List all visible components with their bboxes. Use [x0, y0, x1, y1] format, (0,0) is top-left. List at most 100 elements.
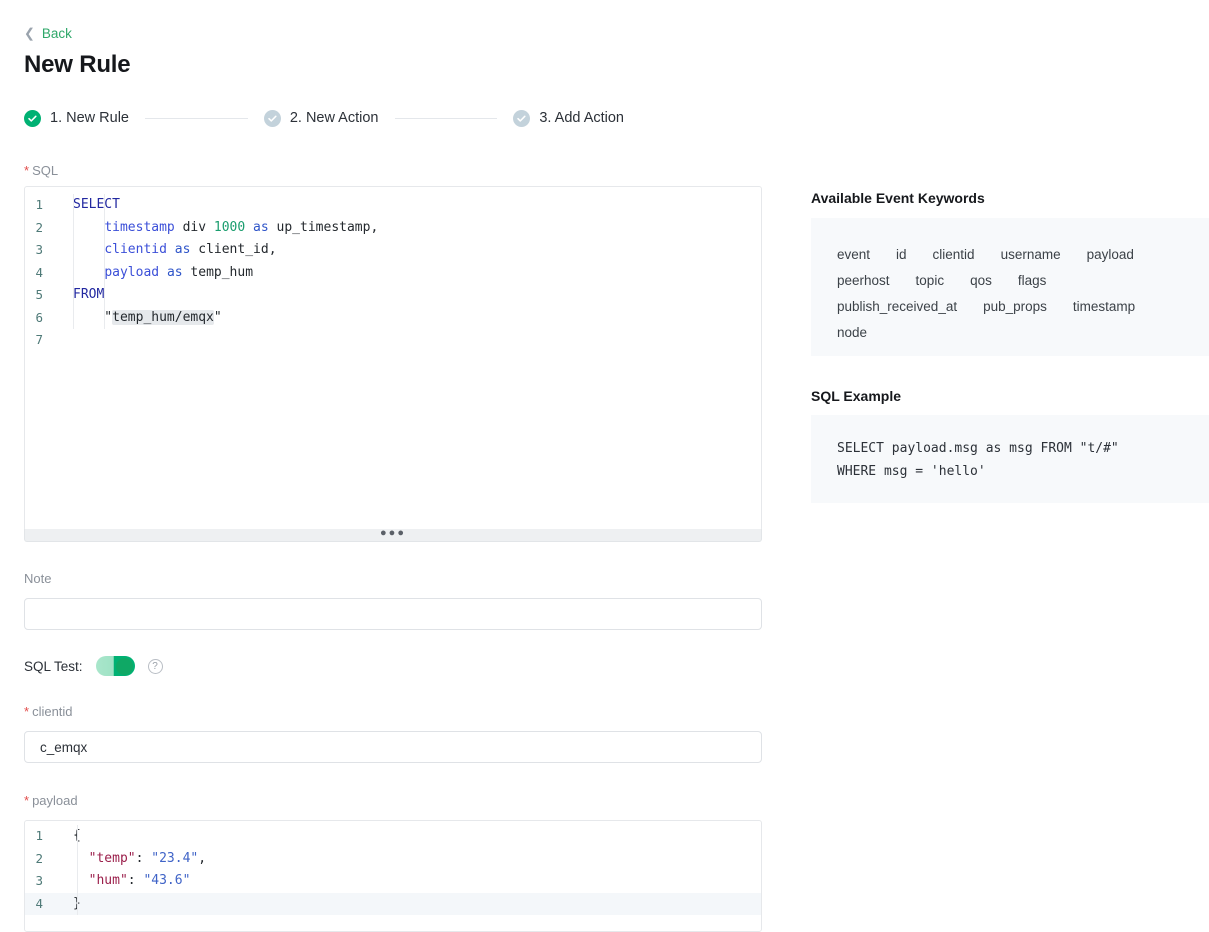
- line-number: 3: [25, 239, 57, 262]
- code-line: 1{: [25, 825, 761, 848]
- code-token: "temp": [89, 851, 136, 866]
- indent-guide: [77, 825, 78, 848]
- step-2-new-action[interactable]: 2. New Action: [264, 110, 379, 127]
- indent-guide: [73, 307, 74, 330]
- code-line: 6 "temp_hum/emqx": [25, 307, 761, 330]
- check-circle-icon: [24, 110, 41, 127]
- sql-code-editor[interactable]: 1SELECT2 timestamp div 1000 as up_timest…: [24, 186, 762, 531]
- code-token: temp_hum: [183, 265, 253, 280]
- code-token: up_timestamp,: [269, 220, 379, 235]
- clientid-input[interactable]: [24, 731, 762, 763]
- new-rule-page: ❮ Back New Rule 1. New Rule 2. New Actio…: [0, 0, 1209, 932]
- indent-guide: [77, 893, 78, 916]
- code-line: 4}: [25, 893, 761, 916]
- keyword-list: eventid clientid username payload peerhost to…: [837, 242, 1167, 346]
- indent-guide: [104, 284, 105, 307]
- indent-guide: [77, 848, 78, 871]
- code-line: 3 "hum": "43.6": [25, 870, 761, 893]
- step-1-label: 1. New Rule: [50, 110, 129, 126]
- question-circle-icon[interactable]: ?: [148, 659, 163, 674]
- keyword-item[interactable]: flags: [1018, 268, 1047, 294]
- code-token: timestamp: [104, 220, 174, 235]
- sql-editor-resize-handle[interactable]: ●●●: [24, 529, 762, 542]
- code-token: as: [253, 220, 269, 235]
- payload-code-editor[interactable]: 1{2 "temp": "23.4",3 "hum": "43.6"4}: [24, 820, 762, 932]
- code-token: :: [128, 873, 144, 888]
- indent-guide: [73, 194, 74, 217]
- code-token: div: [175, 220, 214, 235]
- code-token: 1000: [214, 220, 245, 235]
- keyword-item[interactable]: id: [896, 242, 907, 268]
- sql-field-label: *SQL: [24, 164, 58, 177]
- code-token: ": [214, 310, 222, 325]
- step-2-label: 2. New Action: [290, 110, 379, 126]
- keyword-item[interactable]: publish_received_at: [837, 294, 957, 320]
- code-token: as: [167, 265, 183, 280]
- code-line: 1 SELECT: [25, 194, 761, 217]
- code-text: FROM: [57, 284, 761, 307]
- keyword-item[interactable]: pub_props: [983, 294, 1047, 320]
- code-text: payload as temp_hum: [57, 262, 761, 285]
- back-link[interactable]: ❮ Back: [24, 27, 72, 41]
- chevron-left-icon: ❮: [24, 27, 35, 40]
- indent-guide: [104, 307, 105, 330]
- code-token: [73, 220, 104, 235]
- back-label: Back: [42, 27, 72, 41]
- keyword-item[interactable]: qos: [970, 268, 992, 294]
- code-line: 5FROM: [25, 284, 761, 307]
- keyword-item[interactable]: node: [837, 320, 867, 346]
- sql-test-toggle[interactable]: [96, 656, 135, 676]
- sql-label-text: SQL: [32, 163, 58, 178]
- keyword-item[interactable]: event: [837, 242, 870, 268]
- indent-guide: [104, 239, 105, 262]
- step-3-label: 3. Add Action: [539, 110, 624, 126]
- code-token: ,: [198, 851, 206, 866]
- code-text: "temp": "23.4",: [57, 848, 761, 871]
- sql-code-body[interactable]: 1SELECT2 timestamp div 1000 as up_timest…: [25, 187, 761, 352]
- available-event-keywords-panel: eventid clientid username payload peerhost to…: [811, 218, 1209, 356]
- step-indicator: 1. New Rule 2. New Action 3. Add Action: [24, 105, 624, 131]
- keyword-item[interactable]: topic: [916, 268, 945, 294]
- code-text: clientid as client_id,: [57, 239, 761, 262]
- code-token: [73, 242, 104, 257]
- step-connector-1: [145, 118, 248, 119]
- payload-label-text: payload: [32, 793, 78, 808]
- check-circle-icon: [264, 110, 281, 127]
- code-text: }: [57, 893, 761, 916]
- code-line: 2 "temp": "23.4",: [25, 848, 761, 871]
- code-token: [73, 851, 89, 866]
- code-token: "43.6": [143, 873, 190, 888]
- step-connector-2: [395, 118, 498, 119]
- available-event-keywords-title: Available Event Keywords: [811, 190, 985, 206]
- required-marker: *: [24, 793, 29, 808]
- line-number: 5: [25, 284, 57, 307]
- required-marker: *: [24, 704, 29, 719]
- note-input[interactable]: [24, 598, 762, 630]
- payload-code-body[interactable]: 1{2 "temp": "23.4",3 "hum": "43.6"4}: [25, 821, 761, 915]
- line-number: 1: [25, 194, 57, 217]
- keyword-item[interactable]: clientid: [933, 242, 975, 268]
- code-text: "temp_hum/emqx": [57, 307, 761, 330]
- keyword-item[interactable]: username: [1001, 242, 1061, 268]
- indent-guide: [73, 217, 74, 240]
- step-1-new-rule[interactable]: 1. New Rule: [24, 110, 129, 127]
- line-number: 6: [25, 307, 57, 330]
- code-line: 7: [25, 329, 761, 352]
- keyword-item[interactable]: payload: [1087, 242, 1134, 268]
- code-token: [167, 242, 175, 257]
- line-number: 3: [25, 870, 57, 893]
- indent-guide: [104, 262, 105, 285]
- code-token: client_id,: [190, 242, 276, 257]
- sql-example-code: SELECT payload.msg as msg FROM "t/#" WHE…: [837, 437, 1205, 483]
- code-token: [159, 265, 167, 280]
- toggle-knob: [116, 658, 133, 675]
- indent-guide: [73, 284, 74, 307]
- step-3-add-action[interactable]: 3. Add Action: [513, 110, 624, 127]
- code-token: SELECT: [73, 197, 120, 212]
- indent-guide: [73, 262, 74, 285]
- keyword-item[interactable]: peerhost: [837, 268, 890, 294]
- payload-field-label: *payload: [24, 794, 78, 807]
- keyword-item[interactable]: timestamp: [1073, 294, 1135, 320]
- code-token: ": [73, 310, 112, 325]
- code-token: "23.4": [151, 851, 198, 866]
